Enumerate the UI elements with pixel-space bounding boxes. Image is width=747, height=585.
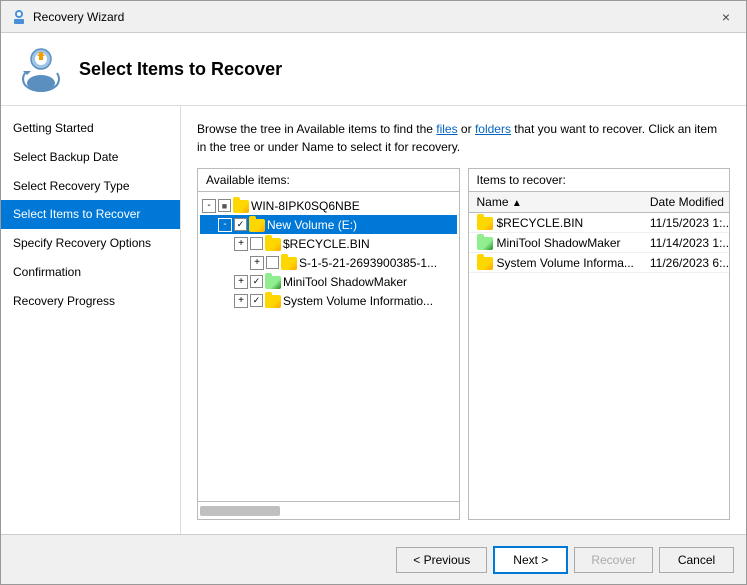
previous-button[interactable]: < Previous xyxy=(396,547,487,573)
folder-icon-vol-e xyxy=(249,219,265,232)
tree-item-recycle[interactable]: + $RECYCLE.BIN xyxy=(200,234,457,253)
available-items-panel: Available items: - ■ WIN-8IPK0SQ6NBE xyxy=(197,168,460,520)
row-date-sysvolinfo: 11/26/2023 6:... xyxy=(642,253,729,273)
checkbox-minitool[interactable] xyxy=(250,275,263,288)
available-panel-footer xyxy=(198,501,459,519)
checkbox-root[interactable]: ■ xyxy=(218,199,231,212)
row-name-recycle: $RECYCLE.BIN xyxy=(469,213,642,233)
recover-panel-header: Items to recover: xyxy=(469,169,730,192)
sidebar-item-getting-started[interactable]: Getting Started xyxy=(1,114,180,143)
recovery-wizard-dialog: Recovery Wizard × Select Items to Recove… xyxy=(0,0,747,585)
panels: Available items: - ■ WIN-8IPK0SQ6NBE xyxy=(197,168,730,520)
toggle-minitool[interactable]: + xyxy=(234,275,248,289)
title-bar-title: Recovery Wizard xyxy=(33,10,124,24)
row-date-minitool: 11/14/2023 1:... xyxy=(642,233,729,253)
tree-label-s1521: S-1-5-21-2693900385-1... xyxy=(299,256,437,270)
toggle-recycle[interactable]: + xyxy=(234,237,248,251)
folder-icon-recycle xyxy=(265,238,281,251)
row-folder-icon-minitool xyxy=(477,237,493,250)
table-header-row: Name ▲ Date Modified xyxy=(469,192,730,213)
toggle-vol-e[interactable]: - xyxy=(218,218,232,232)
next-button[interactable]: Next > xyxy=(493,546,568,574)
items-table: Name ▲ Date Modified xyxy=(469,192,730,273)
header: Select Items to Recover xyxy=(1,33,746,106)
row-name-sysvolinfo: System Volume Informa... xyxy=(469,253,642,273)
sidebar-item-select-items[interactable]: Select Items to Recover xyxy=(1,200,180,229)
tree-item-minitool[interactable]: + MiniTool ShadowMaker xyxy=(200,272,457,291)
cancel-button[interactable]: Cancel xyxy=(659,547,734,573)
sidebar-item-recovery-options[interactable]: Specify Recovery Options xyxy=(1,229,180,258)
title-bar-left: Recovery Wizard xyxy=(11,9,124,25)
files-link[interactable]: files xyxy=(436,122,457,136)
main-panel: Browse the tree in Available items to fi… xyxy=(181,106,746,534)
tree-label-vol-e: New Volume (E:) xyxy=(267,218,357,232)
checkbox-sysvolinfo[interactable] xyxy=(250,294,263,307)
table-row[interactable]: MiniTool ShadowMaker 11/14/2023 1:... xyxy=(469,233,730,253)
toggle-sysvolinfo[interactable]: + xyxy=(234,294,248,308)
row-name-minitool: MiniTool ShadowMaker xyxy=(469,233,642,253)
header-title: Select Items to Recover xyxy=(79,59,282,80)
instruction-text: Browse the tree in Available items to fi… xyxy=(197,120,730,156)
tree-label-recycle: $RECYCLE.BIN xyxy=(283,237,370,251)
folders-link[interactable]: folders xyxy=(475,122,511,136)
recover-button[interactable]: Recover xyxy=(574,547,653,573)
toggle-s1521[interactable]: + xyxy=(250,256,264,270)
recover-items-panel: Items to recover: Name ▲ Date Modified xyxy=(468,168,731,520)
checkbox-s1521[interactable] xyxy=(266,256,279,269)
table-row[interactable]: System Volume Informa... 11/26/2023 6:..… xyxy=(469,253,730,273)
tree-label-minitool: MiniTool ShadowMaker xyxy=(283,275,407,289)
tree-item-s1521[interactable]: + S-1-5-21-2693900385-1... xyxy=(200,253,457,272)
sidebar-item-recovery-type[interactable]: Select Recovery Type xyxy=(1,172,180,201)
folder-icon-sysvolinfo xyxy=(265,295,281,308)
col-date-header[interactable]: Date Modified xyxy=(642,192,729,213)
recover-panel-content[interactable]: Name ▲ Date Modified xyxy=(469,192,730,519)
row-folder-icon-recycle xyxy=(477,217,493,230)
tree-label-root: WIN-8IPK0SQ6NBE xyxy=(251,199,360,213)
folder-icon-root xyxy=(233,200,249,213)
title-bar: Recovery Wizard × xyxy=(1,1,746,33)
tree-item-sysvolinfo[interactable]: + System Volume Informatio... xyxy=(200,291,457,310)
col-name-header[interactable]: Name ▲ xyxy=(469,192,642,213)
sidebar-item-recovery-progress[interactable]: Recovery Progress xyxy=(1,287,180,316)
checkbox-vol-e[interactable] xyxy=(234,218,247,231)
tree-label-sysvolinfo: System Volume Informatio... xyxy=(283,294,433,308)
sidebar-item-confirmation[interactable]: Confirmation xyxy=(1,258,180,287)
wizard-icon xyxy=(11,9,27,25)
tree-item-vol-e[interactable]: - New Volume (E:) xyxy=(200,215,457,234)
available-panel-header: Available items: xyxy=(198,169,459,192)
row-folder-icon-sysvolinfo xyxy=(477,257,493,270)
horizontal-scrollbar[interactable] xyxy=(200,506,280,516)
available-panel-content[interactable]: - ■ WIN-8IPK0SQ6NBE - New Vo xyxy=(198,192,459,501)
folder-icon-minitool xyxy=(265,276,281,289)
checkbox-recycle[interactable] xyxy=(250,237,263,250)
close-button[interactable]: × xyxy=(716,7,736,27)
sidebar-item-backup-date[interactable]: Select Backup Date xyxy=(1,143,180,172)
header-icon xyxy=(17,45,65,93)
row-date-recycle: 11/15/2023 1:... xyxy=(642,213,729,233)
content-area: Getting Started Select Backup Date Selec… xyxy=(1,106,746,534)
toggle-root[interactable]: - xyxy=(202,199,216,213)
sidebar: Getting Started Select Backup Date Selec… xyxy=(1,106,181,534)
tree-item-root[interactable]: - ■ WIN-8IPK0SQ6NBE xyxy=(200,196,457,215)
folder-icon-s1521 xyxy=(281,257,297,270)
footer: < Previous Next > Recover Cancel xyxy=(1,534,746,584)
table-row[interactable]: $RECYCLE.BIN 11/15/2023 1:... xyxy=(469,213,730,233)
